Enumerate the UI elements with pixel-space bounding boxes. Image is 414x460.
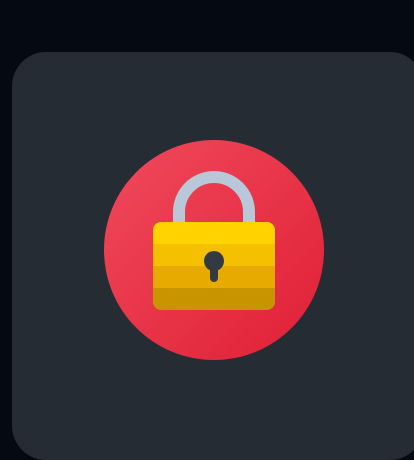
lock-icon [104, 140, 324, 360]
